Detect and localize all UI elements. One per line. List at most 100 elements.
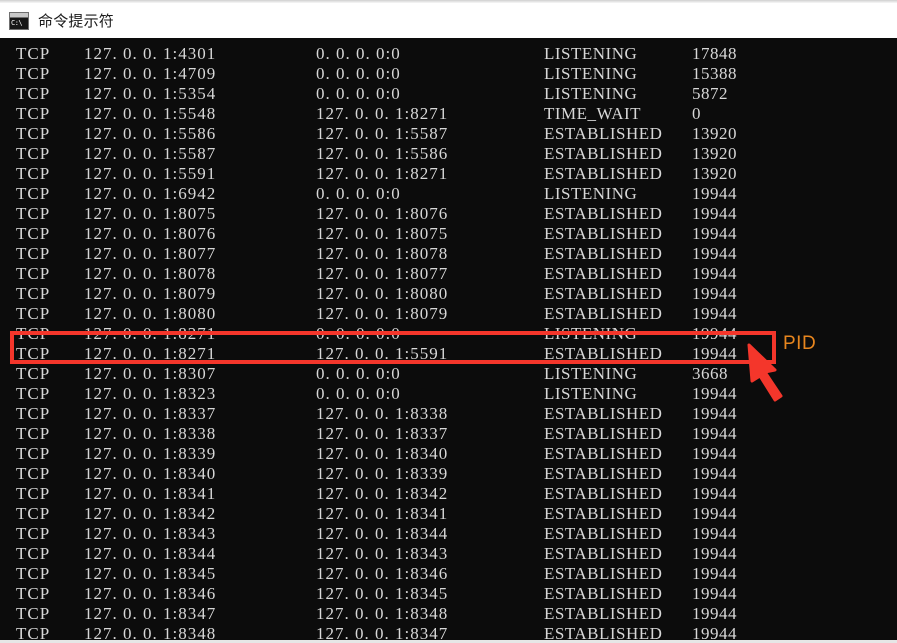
cell-foreign-address: 127. 0. 0. 1:8342 bbox=[316, 484, 449, 503]
table-row: TCP 127. 0. 0. 1:4301 0. 0. 0. 0:0 LISTENIN… bbox=[0, 44, 897, 64]
window-titlebar[interactable]: C:\ 命令提示符 bbox=[0, 3, 897, 38]
cell-proto: TCP bbox=[16, 124, 51, 143]
cell-foreign-address: 127. 0. 0. 1:8341 bbox=[316, 504, 449, 523]
table-row: TCP 127. 0. 0. 1:8339 127. 0. 0. 1:8340 EST… bbox=[0, 444, 897, 464]
table-row: TCP 127. 0. 0. 1:8340 127. 0. 0. 1:8339 EST… bbox=[0, 464, 897, 484]
cell-proto: TCP bbox=[16, 84, 51, 103]
cell-state: ESTABLISHED bbox=[544, 344, 663, 363]
cell-proto: TCP bbox=[16, 224, 51, 243]
cell-state: ESTABLISHED bbox=[544, 244, 663, 263]
cell-proto: TCP bbox=[16, 204, 51, 223]
cell-foreign-address: 127. 0. 0. 1:8340 bbox=[316, 444, 449, 463]
cell-local-address: 127. 0. 0. 1:8076 bbox=[84, 224, 217, 243]
cell-proto: TCP bbox=[16, 584, 51, 603]
cell-foreign-address: 127. 0. 0. 1:5587 bbox=[316, 124, 449, 143]
cell-proto: TCP bbox=[16, 324, 51, 343]
cell-foreign-address: 127. 0. 0. 1:8338 bbox=[316, 404, 449, 423]
cell-local-address: 127. 0. 0. 1:5586 bbox=[84, 124, 217, 143]
cell-proto: TCP bbox=[16, 264, 51, 283]
table-row: TCP 127. 0. 0. 1:5586 127. 0. 0. 1:5587 EST… bbox=[0, 124, 897, 144]
cell-local-address: 127. 0. 0. 1:6942 bbox=[84, 184, 217, 203]
cell-local-address: 127. 0. 0. 1:4709 bbox=[84, 64, 217, 83]
table-row: TCP 127. 0. 0. 1:8323 0. 0. 0. 0:0 LISTENIN… bbox=[0, 384, 897, 404]
cell-proto: TCP bbox=[16, 424, 51, 443]
cell-local-address: 127. 0. 0. 1:8339 bbox=[84, 444, 217, 463]
cell-pid: 19944 bbox=[692, 224, 737, 243]
table-row: TCP 127. 0. 0. 1:6942 0. 0. 0. 0:0 LISTENIN… bbox=[0, 184, 897, 204]
cell-proto: TCP bbox=[16, 284, 51, 303]
cell-foreign-address: 0. 0. 0. 0:0 bbox=[316, 44, 401, 63]
cell-foreign-address: 127. 0. 0. 1:8337 bbox=[316, 424, 449, 443]
cell-pid: 19944 bbox=[692, 324, 737, 343]
cell-state: TIME_WAIT bbox=[544, 104, 642, 123]
cell-state: LISTENING bbox=[544, 84, 638, 103]
cell-local-address: 127. 0. 0. 1:5587 bbox=[84, 144, 217, 163]
cell-local-address: 127. 0. 0. 1:8075 bbox=[84, 204, 217, 223]
table-row: TCP 127. 0. 0. 1:8342 127. 0. 0. 1:8341 EST… bbox=[0, 504, 897, 524]
cell-pid: 19944 bbox=[692, 484, 737, 503]
cell-foreign-address: 0. 0. 0. 0:0 bbox=[316, 84, 401, 103]
cell-state: ESTABLISHED bbox=[544, 584, 663, 603]
cell-proto: TCP bbox=[16, 364, 51, 383]
cell-state: ESTABLISHED bbox=[544, 404, 663, 423]
cell-local-address: 127. 0. 0. 1:8079 bbox=[84, 284, 217, 303]
cell-proto: TCP bbox=[16, 564, 51, 583]
table-row: TCP 127. 0. 0. 1:8076 127. 0. 0. 1:8075 EST… bbox=[0, 224, 897, 244]
table-row: TCP 127. 0. 0. 1:8344 127. 0. 0. 1:8343 EST… bbox=[0, 544, 897, 564]
cell-state: ESTABLISHED bbox=[544, 204, 663, 223]
cell-local-address: 127. 0. 0. 1:4301 bbox=[84, 44, 217, 63]
cell-proto: TCP bbox=[16, 404, 51, 423]
table-row: TCP 127. 0. 0. 1:4709 0. 0. 0. 0:0 LISTENIN… bbox=[0, 64, 897, 84]
cell-local-address: 127. 0. 0. 1:8340 bbox=[84, 464, 217, 483]
table-row: TCP 127. 0. 0. 1:8079 127. 0. 0. 1:8080 EST… bbox=[0, 284, 897, 304]
cell-state: ESTABLISHED bbox=[544, 464, 663, 483]
cell-local-address: 127. 0. 0. 1:5591 bbox=[84, 164, 217, 183]
cell-state: ESTABLISHED bbox=[544, 424, 663, 443]
cell-state: LISTENING bbox=[544, 384, 638, 403]
cell-proto: TCP bbox=[16, 344, 51, 363]
cell-pid: 13920 bbox=[692, 164, 737, 183]
cell-state: LISTENING bbox=[544, 324, 638, 343]
cell-proto: TCP bbox=[16, 604, 51, 623]
table-row: TCP 127. 0. 0. 1:8347 127. 0. 0. 1:8348 EST… bbox=[0, 604, 897, 624]
cell-pid: 19944 bbox=[692, 564, 737, 583]
cell-pid: 0 bbox=[692, 104, 701, 123]
cell-proto: TCP bbox=[16, 304, 51, 323]
cell-proto: TCP bbox=[16, 484, 51, 503]
cell-state: ESTABLISHED bbox=[544, 564, 663, 583]
cell-foreign-address: 127. 0. 0. 1:8075 bbox=[316, 224, 449, 243]
cell-pid: 17848 bbox=[692, 44, 737, 63]
table-row: TCP 127. 0. 0. 1:8343 127. 0. 0. 1:8344 EST… bbox=[0, 524, 897, 544]
cell-foreign-address: 127. 0. 0. 1:8339 bbox=[316, 464, 449, 483]
table-row: TCP 127. 0. 0. 1:8075 127. 0. 0. 1:8076 EST… bbox=[0, 204, 897, 224]
cell-proto: TCP bbox=[16, 384, 51, 403]
cell-pid: 19944 bbox=[692, 444, 737, 463]
cell-state: ESTABLISHED bbox=[544, 224, 663, 243]
cell-foreign-address: 127. 0. 0. 1:8271 bbox=[316, 164, 449, 183]
table-row: TCP 127. 0. 0. 1:8338 127. 0. 0. 1:8337 EST… bbox=[0, 424, 897, 444]
cell-pid: 5872 bbox=[692, 84, 728, 103]
console-output-area[interactable]: TCP 127. 0. 0. 1:4301 0. 0. 0. 0:0 LISTENIN… bbox=[0, 38, 897, 643]
cell-local-address: 127. 0. 0. 1:8344 bbox=[84, 544, 217, 563]
cell-pid: 19944 bbox=[692, 584, 737, 603]
cell-pid: 19944 bbox=[692, 184, 737, 203]
cell-pid: 19944 bbox=[692, 604, 737, 623]
cell-foreign-address: 127. 0. 0. 1:8080 bbox=[316, 284, 449, 303]
cell-foreign-address: 127. 0. 0. 1:8271 bbox=[316, 104, 449, 123]
cell-pid: 19944 bbox=[692, 284, 737, 303]
cmd-icon: C:\ bbox=[9, 11, 29, 30]
cell-pid: 19944 bbox=[692, 424, 737, 443]
cell-state: ESTABLISHED bbox=[544, 284, 663, 303]
cell-pid: 19944 bbox=[692, 464, 737, 483]
cell-proto: TCP bbox=[16, 464, 51, 483]
cell-state: ESTABLISHED bbox=[544, 504, 663, 523]
cell-pid: 19944 bbox=[692, 404, 737, 423]
window-title: 命令提示符 bbox=[38, 13, 115, 30]
cell-state: ESTABLISHED bbox=[544, 544, 663, 563]
cell-pid: 19944 bbox=[692, 524, 737, 543]
cell-foreign-address: 127. 0. 0. 1:8343 bbox=[316, 544, 449, 563]
cell-local-address: 127. 0. 0. 1:8343 bbox=[84, 524, 217, 543]
cell-state: LISTENING bbox=[544, 64, 638, 83]
table-row: TCP 127. 0. 0. 1:8337 127. 0. 0. 1:8338 EST… bbox=[0, 404, 897, 424]
cell-pid: 13920 bbox=[692, 144, 737, 163]
